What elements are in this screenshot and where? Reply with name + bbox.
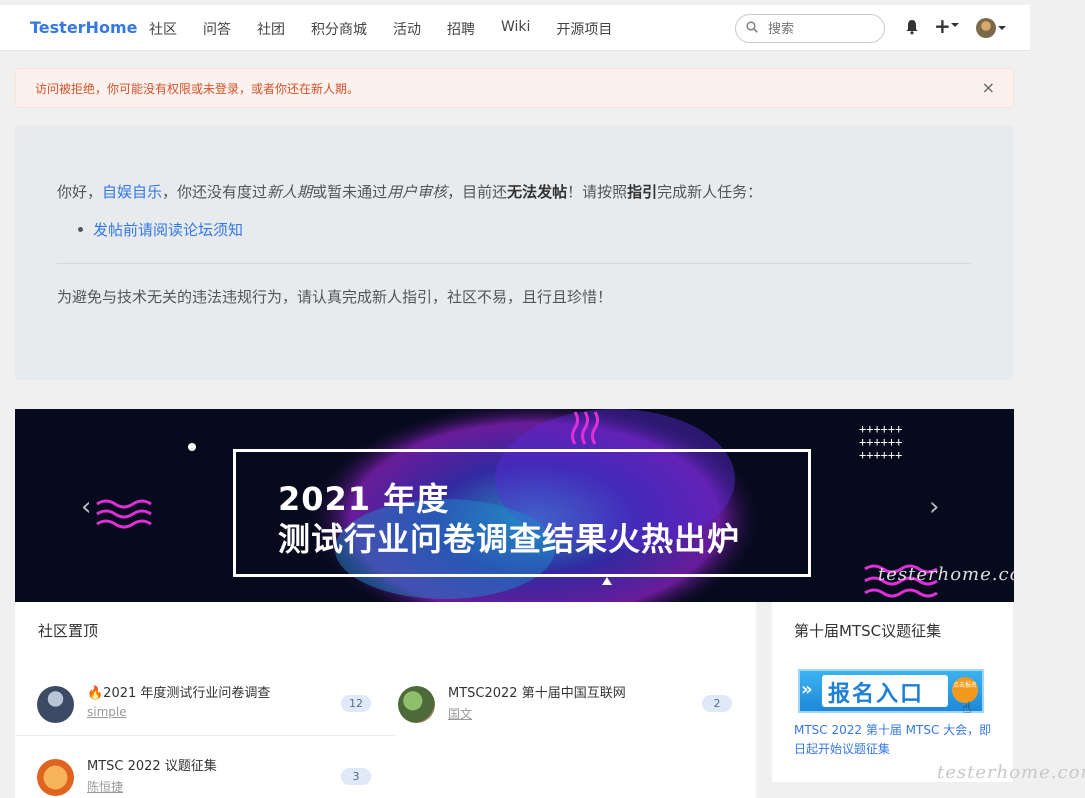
signup-ad-label-box: 报名入口 (822, 675, 948, 707)
notice-seg5: 完成新人任务： (657, 183, 763, 201)
task-list: 发帖前请阅读论坛须知 (78, 219, 243, 240)
newbie-notice-text: 你好，自娱自乐，你还没有度过新人期或暂未通过用户审核，目前还无法发帖！请按照指引… (57, 181, 762, 202)
notice-em2: 用户审核 (387, 183, 448, 201)
svg-text:++++++: ++++++ (859, 448, 902, 462)
carousel-next-icon[interactable]: › (929, 492, 939, 522)
avatar[interactable] (37, 759, 74, 796)
divider (57, 263, 971, 264)
topic-author[interactable]: 国文 (448, 705, 472, 722)
search-box (735, 14, 885, 43)
notice-seg4: ！请按照 (567, 183, 628, 201)
task-link-forum-rules[interactable]: 发帖前请阅读论坛须知 (93, 221, 243, 239)
topic-author[interactable]: simple (87, 705, 127, 719)
topic-title[interactable]: MTSC 2022 议题征集 (87, 755, 217, 774)
svg-text:++++++: ++++++ (859, 435, 902, 449)
close-icon[interactable]: × (982, 78, 995, 97)
reply-count-badge: 2 (702, 695, 732, 712)
chevron-down-icon[interactable] (951, 23, 959, 27)
notice-bold1: 无法发帖 (507, 183, 568, 201)
nav-link-qa[interactable]: 问答 (203, 19, 231, 39)
notice-seg1: ，你还没有度过 (162, 183, 268, 201)
banner-headline-2: 测试行业问卷调查结果火热出炉 (278, 520, 741, 558)
nav-link-open-source[interactable]: 开源项目 (556, 19, 612, 39)
topic-author[interactable]: 陈恒捷 (87, 778, 123, 795)
notice-footer: 为避免与技术无关的违法违规行为，请认真完成新人指引，社区不易，且行且珍惜！ (57, 288, 613, 306)
nav-link-jobs[interactable]: 招聘 (447, 19, 475, 39)
notice-bold2: 指引 (627, 183, 658, 201)
hand-pointer-icon: ☝ (962, 698, 972, 717)
topic-item[interactable]: MTSC2022 第十届中国互联网 国文 2 (376, 674, 734, 734)
page-watermark: testerhome.com (937, 762, 1085, 783)
alert-message: 访问被拒绝，你可能没有权限或未登录，或者你还在新人期。 (35, 82, 360, 96)
notice-seg3: ，目前还 (447, 183, 508, 201)
top-navbar: TesterHome 社区 问答 社团 积分商城 活动 招聘 Wiki 开源项目… (0, 0, 1030, 51)
double-chevron-right-icon: » (801, 679, 813, 700)
access-denied-alert: 访问被拒绝，你可能没有权限或未登录，或者你还在新人期。 × (15, 68, 1014, 108)
mtsc-caption-link[interactable]: MTSC 2022 第十届 MTSC 大会，即日起开始议题征集 (794, 721, 994, 759)
nav-link-community[interactable]: 社区 (149, 19, 177, 39)
new-post-button[interactable]: + (934, 14, 951, 38)
notice-seg2: 或暂未通过 (312, 183, 388, 201)
banner-headline-frame: 2021 年度 测试行业问卷调查结果火热出炉 (233, 449, 811, 577)
panel-title: 社区置顶 (38, 622, 99, 640)
mtsc-sidebar-panel: 第十届MTSC议题征集 » 报名入口 点击报名 ☝ MTSC 2022 第十届 … (772, 602, 1013, 782)
topic-title[interactable]: MTSC2022 第十届中国互联网 (448, 682, 626, 701)
divider (15, 735, 395, 736)
promo-banner[interactable]: ++++++ ++++++ ++++++ 2021 年度 测试行业问卷调查结果火… (15, 409, 1014, 602)
nav-link-clubs[interactable]: 社团 (257, 19, 285, 39)
avatar[interactable] (398, 686, 435, 723)
reply-count-badge: 3 (341, 768, 371, 785)
topic-title[interactable]: 🔥2021 年度测试行业问卷调查 (87, 682, 270, 701)
bell-icon[interactable] (905, 19, 919, 35)
signup-ad-label: 报名入口 (828, 682, 925, 707)
notice-em1: 新人期 (267, 183, 313, 201)
panel-title: 第十届MTSC议题征集 (794, 622, 942, 640)
banner-watermark: testerhome.com (878, 564, 1014, 585)
bullet (78, 227, 83, 232)
nav-link-points-mall[interactable]: 积分商城 (311, 19, 367, 39)
nav-link-wiki[interactable]: Wiki (501, 19, 530, 39)
notice-greeting: 你好， (57, 183, 103, 201)
brand-logo[interactable]: TesterHome (30, 18, 137, 37)
reply-count-badge: 12 (341, 695, 371, 712)
avatar[interactable] (37, 686, 74, 723)
user-avatar[interactable] (976, 18, 996, 38)
nav-link-events[interactable]: 活动 (393, 19, 421, 39)
nav-links: 社区 问答 社团 积分商城 活动 招聘 Wiki 开源项目 (149, 19, 638, 39)
search-icon (746, 21, 758, 33)
svg-text:++++++: ++++++ (859, 422, 902, 436)
topic-item[interactable]: 🔥2021 年度测试行业问卷调查 simple 12 (15, 674, 373, 734)
newbie-notice-panel: 你好，自娱自乐，你还没有度过新人期或暂未通过用户审核，目前还无法发帖！请按照指引… (15, 125, 1014, 380)
signup-ad-banner[interactable]: » 报名入口 点击报名 (798, 669, 984, 713)
carousel-prev-icon[interactable]: ‹ (81, 492, 91, 522)
search-input[interactable] (768, 19, 878, 39)
chevron-down-icon[interactable] (998, 26, 1006, 30)
topic-item[interactable]: MTSC 2022 议题征集 陈恒捷 3 (15, 747, 373, 798)
username-link[interactable]: 自娱自乐 (102, 183, 162, 201)
pinned-topics-panel: 社区置顶 🔥2021 年度测试行业问卷调查 simple 12 MTSC2022… (15, 602, 756, 798)
